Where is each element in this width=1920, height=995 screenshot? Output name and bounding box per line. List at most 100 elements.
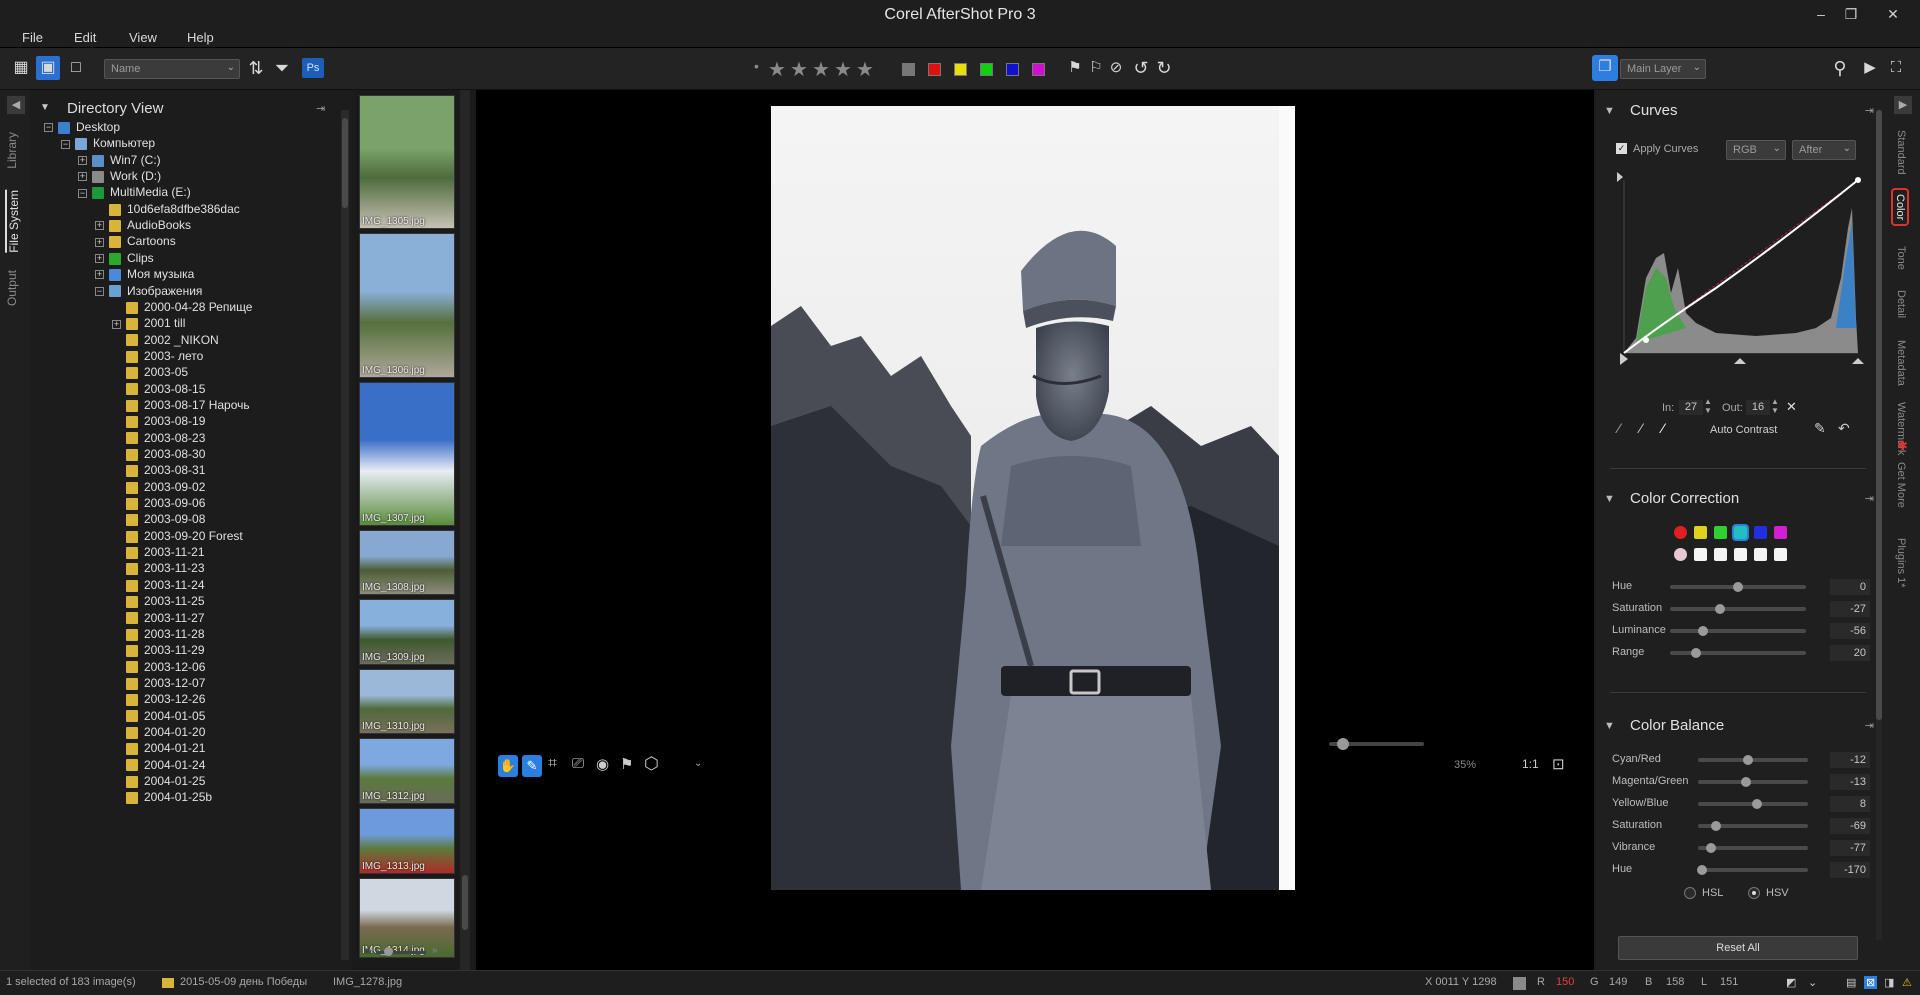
thumbnail[interactable]: IMG_1314.jpg	[359, 878, 455, 958]
layers-icon[interactable]: ❐	[1592, 55, 1618, 81]
tree-item[interactable]: 2002 _NIKON	[112, 331, 219, 349]
slider-value[interactable]: -77	[1830, 840, 1870, 856]
gray-point-picker-icon[interactable]: ⁄	[1640, 420, 1642, 436]
color-label-gray[interactable]	[902, 63, 915, 76]
tree-item[interactable]: + Work (D:)	[78, 167, 161, 185]
tree-item[interactable]: 2003-05	[112, 363, 188, 381]
tree-item[interactable]: − MultiMedia (E:)	[78, 183, 191, 201]
slideshow-icon[interactable]: ▶	[1858, 56, 1882, 80]
photoshop-button[interactable]: Ps	[302, 58, 324, 78]
grid-view-icon[interactable]: ▦	[9, 56, 33, 80]
delete-point-icon[interactable]: ✕	[1786, 399, 1797, 415]
eyedropper-tool-icon[interactable]: ✎	[522, 755, 542, 777]
tab-panel[interactable]: Metadata	[1895, 340, 1907, 386]
color-label-red[interactable]	[928, 63, 941, 76]
tree-item[interactable]: 2003-08-30	[112, 445, 205, 463]
straighten-tool-icon[interactable]: ⎚	[572, 755, 584, 772]
tree-item[interactable]: 2004-01-25b	[112, 788, 212, 806]
thumbnail[interactable]: IMG_1307.jpg	[359, 382, 455, 526]
scroll-thumb[interactable]	[1876, 110, 1882, 720]
menu-help[interactable]: Help	[187, 30, 214, 45]
slider-knob[interactable]	[1741, 777, 1752, 787]
tree-item[interactable]: 2003-11-23	[112, 559, 205, 577]
slider-track[interactable]	[1670, 626, 1806, 636]
expand-toggle-icon[interactable]: +	[95, 270, 104, 280]
tree-item[interactable]: − Desktop	[44, 118, 120, 136]
image-viewer[interactable]: ✋ ✎ ⌗ ⎚ ◉ ⚑ ⬡ ⌄ 35% 1:1 ⊡	[476, 90, 1594, 970]
slider-knob[interactable]	[1710, 821, 1721, 831]
crop-tool-icon[interactable]: ⌗	[548, 755, 557, 773]
single-view-icon[interactable]: □	[64, 56, 88, 80]
slider-value[interactable]: 20	[1830, 645, 1870, 661]
tree-item[interactable]: 2003-09-02	[112, 478, 205, 496]
tab-panel[interactable]: Detail	[1895, 290, 1907, 318]
layout-icon[interactable]: ▤	[1846, 976, 1856, 989]
tab-color[interactable]: Color	[1891, 188, 1909, 227]
colorspace-icon[interactable]: ◩	[1786, 976, 1796, 989]
auto-levels-icon[interactable]: ✎	[1814, 420, 1826, 437]
region-tool-icon[interactable]: ⬡	[644, 754, 659, 774]
toggle-icon[interactable]: ◨	[1884, 976, 1894, 989]
scroll-thumb[interactable]	[462, 875, 468, 930]
tab-file-system[interactable]: File System	[5, 190, 23, 253]
slider-knob[interactable]	[1690, 648, 1701, 658]
tree-item[interactable]: + Win7 (C:)	[78, 151, 161, 169]
tree-item[interactable]: + Моя музыка	[95, 265, 194, 283]
tree-item[interactable]: 2003-11-27	[112, 609, 205, 627]
tab-output[interactable]: Output	[5, 270, 19, 306]
reset-curve-icon[interactable]: ↶	[1838, 420, 1850, 437]
slider-value[interactable]: 8	[1830, 796, 1870, 812]
slider-track[interactable]	[1697, 865, 1808, 875]
tree-item[interactable]: − Компьютер	[61, 134, 155, 152]
zoom-1to1-icon[interactable]: 1:1	[1522, 757, 1539, 771]
color-swatch-target[interactable]	[1754, 548, 1767, 561]
thumbnail-scrollbar[interactable]	[460, 90, 470, 970]
expand-toggle-icon[interactable]: +	[95, 254, 104, 264]
size-slider-knob[interactable]	[384, 947, 393, 956]
slider-track[interactable]	[1670, 582, 1806, 592]
slider-knob[interactable]	[1697, 626, 1708, 636]
curves-channel-select[interactable]: RGB ⌄	[1726, 140, 1786, 160]
sort-select[interactable]: Name ⌄	[104, 59, 240, 79]
slider-knob[interactable]	[1752, 799, 1763, 809]
tree-item[interactable]: 2003-09-20 Forest	[112, 527, 243, 545]
collapse-triangle-icon[interactable]: ▼	[1604, 720, 1615, 732]
fit-screen-icon[interactable]: ⊡	[1552, 755, 1565, 773]
expand-toggle-icon[interactable]: −	[61, 139, 70, 149]
expand-toggle-icon[interactable]: −	[95, 286, 104, 296]
slider-value[interactable]: -170	[1830, 862, 1870, 878]
chevron-down-icon[interactable]: ⌄	[1808, 976, 1817, 989]
tab-panel[interactable]: Get More	[1895, 462, 1907, 508]
color-label-yellow[interactable]	[954, 63, 967, 76]
rotate-left-icon[interactable]: ↺	[1129, 56, 1153, 80]
lock-icon[interactable]: ⊠	[1864, 976, 1878, 989]
tree-item[interactable]: 2003-11-29	[112, 641, 205, 659]
slider-track[interactable]	[1698, 821, 1808, 831]
tree-item[interactable]: 2003-11-24	[112, 576, 205, 594]
collapse-left-icon[interactable]: ◀	[7, 96, 25, 114]
chevron-right-icon[interactable]: »	[432, 945, 438, 956]
tree-item[interactable]: 2003-08-17 Нарочь	[112, 396, 250, 414]
slider-value[interactable]: -56	[1830, 623, 1870, 639]
color-swatch-target[interactable]	[1694, 548, 1707, 561]
tab-library[interactable]: Library	[5, 132, 19, 169]
tree-item[interactable]: 2004-01-24	[112, 756, 205, 774]
collapse-right-icon[interactable]: ▶	[1894, 96, 1912, 114]
expand-toggle-icon[interactable]: −	[44, 123, 53, 133]
expand-toggle-icon[interactable]: +	[78, 172, 87, 182]
slider-track[interactable]	[1670, 604, 1806, 614]
search-icon[interactable]: ⚲	[1828, 56, 1852, 80]
tree-item[interactable]: 2003-08-23	[112, 429, 205, 447]
zoom-slider-knob[interactable]	[1337, 738, 1349, 750]
spinner-icon[interactable]: ▲ ▼	[1771, 397, 1779, 415]
color-swatch-target[interactable]	[1734, 548, 1747, 561]
menu-edit[interactable]: Edit	[74, 30, 96, 45]
color-swatch[interactable]	[1714, 526, 1727, 539]
hsv-radio[interactable]	[1748, 887, 1760, 899]
tree-item[interactable]: 2003-11-21	[112, 543, 205, 561]
curve-out-value[interactable]: 16	[1746, 400, 1770, 415]
split-view-icon[interactable]: ▣	[36, 56, 60, 80]
redeye-tool-icon[interactable]: ◉	[596, 755, 609, 773]
slider-knob[interactable]	[1706, 843, 1717, 853]
tree-item[interactable]: 2003-12-06	[112, 658, 205, 676]
